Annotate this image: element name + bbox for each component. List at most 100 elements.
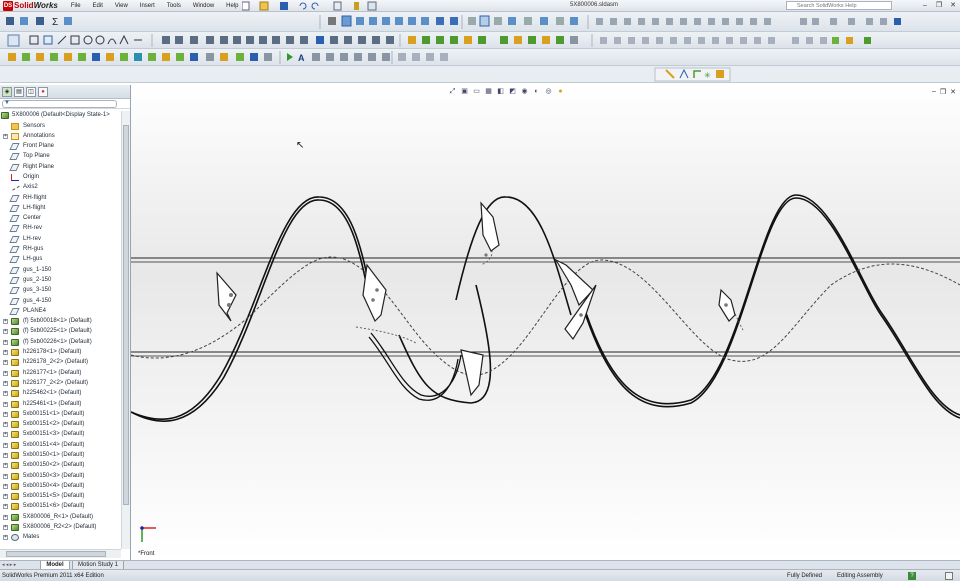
expand-toggle-icon[interactable]: + [3,329,8,335]
tree-node[interactable]: + h226178_2<2> (Default) [0,357,121,367]
expand-toggle-icon[interactable]: + [3,525,8,531]
expand-toggle-icon[interactable]: + [3,422,8,428]
tab-property-manager-icon[interactable]: ▤ [14,87,24,97]
tree-node[interactable]: Origin [0,172,121,182]
expand-toggle-icon[interactable]: + [3,463,8,469]
tree-node[interactable]: gus_1-150 [0,265,121,275]
tree-node[interactable]: +5xb00150<3> (Default) [0,471,121,481]
menu-tools[interactable]: Tools [161,3,187,9]
tree-node[interactable]: +5xb00151<1> (Default) [0,409,121,419]
tree-node[interactable]: + h225461<1> (Default) [0,399,121,409]
quick-tips-help-icon[interactable]: ? [908,572,916,580]
tree-node[interactable]: +5xb00151<5> (Default) [0,491,121,501]
expand-toggle-icon[interactable]: + [3,442,8,448]
graphics-area[interactable]: ⤢ ▣ ▭ ▦ ◧ ◩ ◉ ◐ ◎ ● – ❐ ✕ ↖ *Front [131,85,960,560]
tree-node[interactable]: Right Plane [0,162,121,172]
expand-toggle-icon[interactable]: + [3,370,8,376]
tree-node[interactable]: Center [0,213,121,223]
tree-node[interactable]: LH-flight [0,203,121,213]
expand-toggle-icon[interactable]: + [3,401,8,407]
tab-feature-manager-icon[interactable]: ◈ [2,87,12,97]
tree-node[interactable]: + (f) 5xb00018<1> (Default) [0,316,121,326]
tree-root-assembly[interactable]: 5X800006 (Default<Display State-1> [0,110,128,120]
tree-node[interactable]: RH-flight [0,193,121,203]
expand-toggle-icon[interactable]: + [3,350,8,356]
scroll-thumb[interactable] [123,125,129,505]
tree-node[interactable]: +5xb00151<4> (Default) [0,440,121,450]
solidworks-logo[interactable]: DS Solid Works [0,0,61,12]
expand-toggle-icon[interactable]: + [3,319,8,325]
minimize-button[interactable]: – [920,1,930,10]
tree-node[interactable]: gus_3-150 [0,285,121,295]
tree-node[interactable]: gus_4-150 [0,296,121,306]
sketch-toolbar-icons[interactable] [0,32,960,49]
folder-icon [11,122,19,130]
menu-file[interactable]: File [65,3,87,9]
tab-configuration-manager-icon[interactable]: ◫ [26,87,36,97]
tree-node[interactable]: +5xb00150<2> (Default) [0,460,121,470]
tree-node[interactable]: + h226177<1> (Default) [0,368,121,378]
tree-node[interactable]: +5xb00150<4> (Default) [0,481,121,491]
tree-vertical-scrollbar[interactable] [121,111,130,549]
expand-toggle-icon[interactable]: + [3,411,8,417]
expand-toggle-icon[interactable]: + [3,483,8,489]
expand-toggle-icon[interactable]: + [3,504,8,510]
tree-node[interactable]: LH-rev [0,234,121,244]
expand-toggle-icon[interactable]: + [3,339,8,345]
restore-button[interactable]: ❐ [934,1,944,10]
tree-node[interactable]: + (f) 5xb00226<1> (Default) [0,337,121,347]
rebuild-status-icon[interactable] [945,572,953,580]
close-button[interactable]: ✕ [948,1,958,10]
menu-help[interactable]: Help [220,3,244,9]
tree-node[interactable]: + Mates [0,532,121,542]
tree-filter-input[interactable] [2,100,117,108]
tree-horizontal-scrollbar[interactable] [0,549,121,558]
expand-toggle-icon[interactable]: + [3,535,8,541]
tree-node[interactable]: + h226178<1> (Default) [0,347,121,357]
part-icon [11,359,19,367]
features-toolbar-icons[interactable]: A [0,49,960,66]
expand-toggle-icon[interactable]: + [3,514,8,520]
tree-node[interactable]: +5xb00150<1> (Default) [0,450,121,460]
menu-view[interactable]: View [109,3,134,9]
expand-toggle-icon[interactable]: + [3,453,8,458]
scroll-thumb[interactable] [6,551,106,557]
tree-node-label: (f) 5xb00225<1> (Default) [23,328,92,335]
expand-toggle-icon[interactable]: + [3,360,8,366]
weldments-toolbar-icons[interactable]: ✳ [0,66,960,83]
tree-node[interactable]: RH-rev [0,223,121,233]
standard-toolbar: Σ [0,12,960,32]
tree-node[interactable]: gus_2-150 [0,275,121,285]
tree-node[interactable]: +5xb00151<2> (Default) [0,419,121,429]
tab-scroll-arrows-icon[interactable]: ◂ ◂ ▸ ▸ [2,562,16,568]
tree-node[interactable]: + (f) 5xb00225<1> (Default) [0,326,121,336]
menu-window[interactable]: Window [187,3,220,9]
tree-node[interactable]: + h225462<1> (Default) [0,388,121,398]
tree-node[interactable]: +5X800006_R<1> (Default) [0,512,121,522]
standard-toolbar-icons[interactable]: Σ [0,12,960,32]
tree-node[interactable]: + h226177_2<2> (Default) [0,378,121,388]
filter-icon[interactable]: ▼ [4,100,10,106]
expand-toggle-icon[interactable]: + [3,391,8,397]
tree-node[interactable]: Front Plane [0,141,121,151]
expand-toggle-icon[interactable]: + [3,432,8,438]
quick-access-toolbar[interactable] [242,1,412,11]
menu-edit[interactable]: Edit [87,3,109,9]
expand-toggle-icon[interactable]: + [3,380,8,386]
tab-display-manager-icon[interactable]: ● [38,87,48,97]
menu-insert[interactable]: Insert [134,3,161,9]
tree-node[interactable]: PLANE4 [0,306,121,316]
tree-node[interactable]: Sensors [0,121,121,131]
tree-node[interactable]: +5X800006_R2<2> (Default) [0,522,121,532]
tree-node[interactable]: +5xb00151<3> (Default) [0,429,121,439]
tree-node[interactable]: LH-gus [0,254,121,264]
tree-node[interactable]: Axis2 [0,182,121,192]
expand-toggle-icon[interactable]: + [3,133,8,139]
tree-node[interactable]: + Annotations [0,131,121,141]
search-input[interactable] [786,1,892,10]
expand-toggle-icon[interactable]: + [3,473,8,479]
tree-node[interactable]: Top Plane [0,151,121,161]
expand-toggle-icon[interactable]: + [3,494,8,500]
tree-node[interactable]: RH-gus [0,244,121,254]
tree-node[interactable]: +5xb00151<6> (Default) [0,501,121,511]
